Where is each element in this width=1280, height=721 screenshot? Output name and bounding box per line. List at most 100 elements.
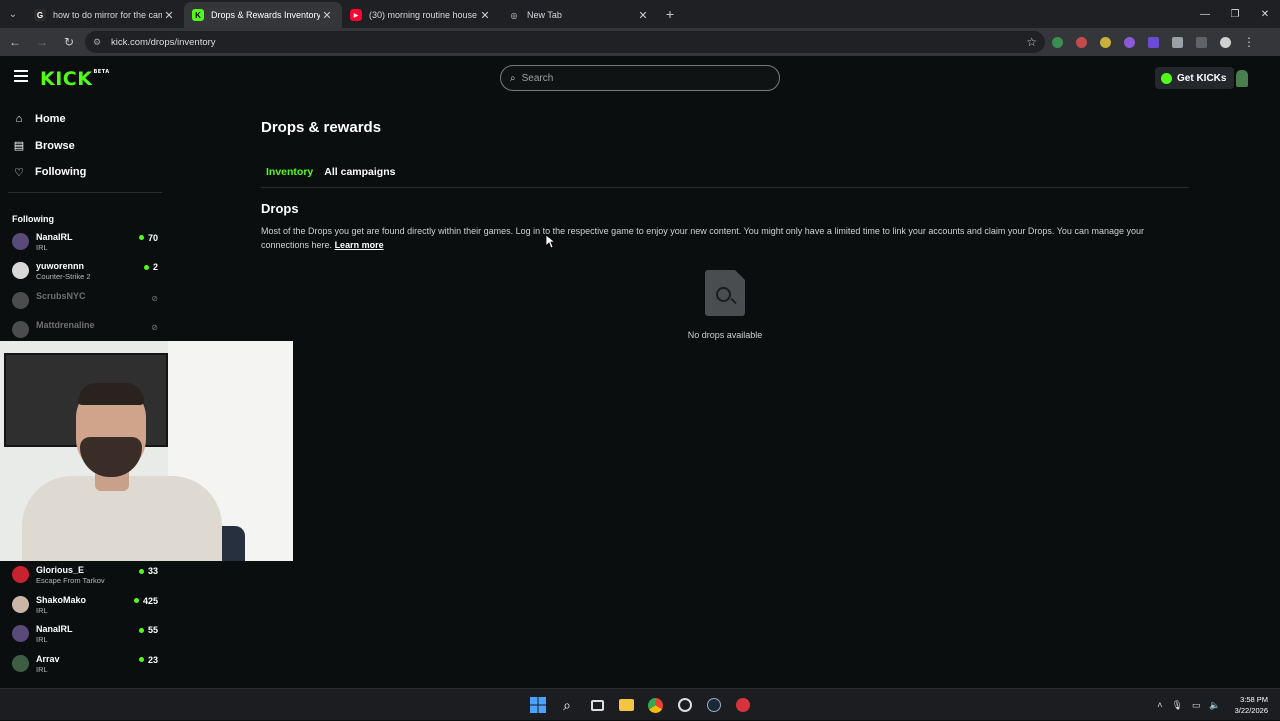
tab-all-campaigns[interactable]: All campaigns: [319, 162, 400, 187]
url-text: kick.com/drops/inventory: [111, 36, 216, 48]
channel-category: IRL: [36, 635, 48, 644]
followed-channel[interactable]: yuworennn Counter-Strike 2 2: [0, 257, 170, 287]
followed-channel[interactable]: NanaIRL IRL 55: [0, 620, 170, 650]
sidebar-item-browse[interactable]: ▤ Browse: [0, 133, 170, 160]
sidebar-divider: [8, 191, 162, 193]
kick-logo[interactable]: KICKBETA: [40, 68, 110, 90]
tab-close-icon[interactable]: ✕: [636, 9, 650, 22]
browser-tab-2[interactable]: K Drops & Rewards Inventory - K ✕: [184, 2, 342, 28]
system-tray: ˄ 🎙 ▭ 🔈 3:58 PM 3/22/2026: [1148, 689, 1268, 721]
followed-channel[interactable]: Glorious_E Escape From Tarkov 33: [0, 561, 170, 591]
browser-menu-icon[interactable]: ⋮: [1237, 30, 1261, 54]
channel-category: IRL: [36, 605, 48, 615]
sidebar-item-home[interactable]: ⌂ Home: [0, 106, 170, 133]
sidebar-item-label: Home: [35, 113, 66, 126]
avatar: [12, 262, 29, 279]
kick-favicon-icon: K: [192, 9, 204, 21]
extension-icon-3[interactable]: [1093, 30, 1117, 54]
obs-icon[interactable]: [676, 696, 694, 714]
drops-description: Most of the Drops you get are found dire…: [261, 224, 1189, 252]
channel-name: Mattdrenaline: [36, 320, 95, 330]
search-placeholder: Search: [521, 72, 554, 84]
document-search-icon: [705, 270, 745, 316]
restore-icon[interactable]: ❐: [1220, 0, 1250, 28]
microphone-icon[interactable]: 🎙: [1171, 700, 1182, 711]
avatar: [12, 566, 29, 583]
clock-date: 3/22/2026: [1234, 706, 1268, 715]
viewer-count: 23: [139, 655, 158, 665]
followed-channel[interactable]: NanaIRL IRL 70: [0, 228, 170, 258]
search-input[interactable]: ⌕ Search: [500, 65, 780, 91]
viewer-count: 33: [139, 566, 158, 576]
webcam-person-beard: [80, 437, 142, 477]
address-bar[interactable]: ⚙ kick.com/drops/inventory ☆: [85, 31, 1045, 53]
tab-search-icon[interactable]: [1189, 30, 1213, 54]
network-icon[interactable]: ▭: [1192, 700, 1201, 711]
chrome-newtab-favicon-icon: ◎: [510, 10, 518, 20]
channel-category: IRL: [36, 242, 48, 252]
new-tab-plus-icon[interactable]: +: [658, 0, 682, 28]
tab-title: New Tab: [527, 10, 562, 20]
hamburger-menu-icon[interactable]: [14, 70, 28, 82]
sidebar-item-label: Browse: [35, 139, 75, 152]
bookmark-star-icon[interactable]: ☆: [1026, 35, 1037, 49]
forward-arrow-icon[interactable]: →: [30, 30, 54, 54]
chrome-icon[interactable]: [646, 696, 664, 714]
volume-icon[interactable]: 🔈: [1209, 700, 1220, 711]
get-kicks-button[interactable]: Get KICKs: [1155, 67, 1235, 89]
browser-tab-strip: ⌄ G how to do mirror for the camer ✕ K D…: [0, 0, 1280, 28]
logo-text: KICK: [40, 68, 93, 90]
steam-icon[interactable]: [705, 696, 723, 714]
avatar: [12, 625, 29, 642]
webcam-overlay: [0, 341, 293, 561]
description-text: Most of the Drops you get are found dire…: [261, 226, 1144, 250]
home-icon: ⌂: [15, 113, 23, 126]
tab-search-chevron-icon[interactable]: ⌄: [0, 0, 26, 28]
avatar: [12, 654, 29, 672]
tab-close-icon[interactable]: ✕: [478, 9, 492, 22]
tab-title: (30) morning routine house m: [369, 10, 478, 20]
extension-icon-2[interactable]: [1069, 30, 1093, 54]
back-arrow-icon[interactable]: ←: [3, 30, 27, 54]
browser-tab-1[interactable]: G how to do mirror for the camer ✕: [26, 2, 184, 28]
user-avatar[interactable]: [1236, 70, 1248, 87]
tray-chevron-up-icon[interactable]: ˄: [1157, 700, 1162, 710]
sidebar-item-following[interactable]: ♡ Following: [0, 159, 170, 186]
app-icon-red[interactable]: [734, 696, 752, 714]
browser-tab-4[interactable]: ◎ New Tab ✕: [500, 2, 658, 28]
followed-channel[interactable]: ShakoMako IRL 425: [0, 591, 170, 621]
extension-icon-4[interactable]: [1117, 30, 1141, 54]
reload-icon[interactable]: ↻: [57, 30, 81, 54]
tab-close-icon[interactable]: ✕: [162, 9, 176, 22]
sidebar-item-label: Following: [35, 166, 87, 179]
tab-close-icon[interactable]: ✕: [320, 9, 334, 22]
windows-start-icon[interactable]: [529, 696, 547, 714]
heart-icon: ♡: [14, 166, 24, 179]
taskbar-clock[interactable]: 3:58 PM 3/22/2026: [1235, 694, 1268, 716]
viewer-count: 425: [134, 596, 158, 606]
followed-channel[interactable]: ScrubsNYC ⊘: [0, 287, 170, 317]
taskbar-search-icon[interactable]: ⌕: [558, 696, 576, 714]
learn-more-link[interactable]: Learn more: [335, 240, 384, 250]
clock-time: 3:58 PM: [1240, 695, 1268, 704]
tab-inventory[interactable]: Inventory: [261, 162, 318, 187]
extension-icon-1[interactable]: [1045, 30, 1069, 54]
site-info-icon[interactable]: ⚙: [93, 37, 105, 48]
minimize-icon[interactable]: —: [1190, 0, 1220, 28]
browser-tab-3[interactable]: ▶ (30) morning routine house m ✕: [342, 2, 500, 28]
mouse-cursor-icon: [545, 234, 557, 249]
extension-icon-5[interactable]: [1141, 30, 1165, 54]
page-title: Drops & rewards: [261, 119, 382, 136]
browser-toolbar: ← → ↻ ⚙ kick.com/drops/inventory ☆ ⋮: [0, 28, 1280, 56]
get-kicks-label: Get KICKs: [1177, 72, 1227, 84]
empty-state: No drops available: [645, 270, 805, 340]
profile-avatar-icon[interactable]: [1213, 30, 1237, 54]
close-window-icon[interactable]: ✕: [1250, 0, 1280, 28]
viewer-count: 2: [144, 262, 158, 272]
search-icon: ⌕: [510, 72, 516, 84]
file-explorer-icon[interactable]: [617, 696, 635, 714]
task-view-icon[interactable]: [588, 696, 606, 714]
followed-channel[interactable]: Arrav IRL 23: [0, 650, 170, 680]
channel-category: IRL: [36, 664, 48, 674]
extensions-puzzle-icon[interactable]: [1165, 30, 1189, 54]
